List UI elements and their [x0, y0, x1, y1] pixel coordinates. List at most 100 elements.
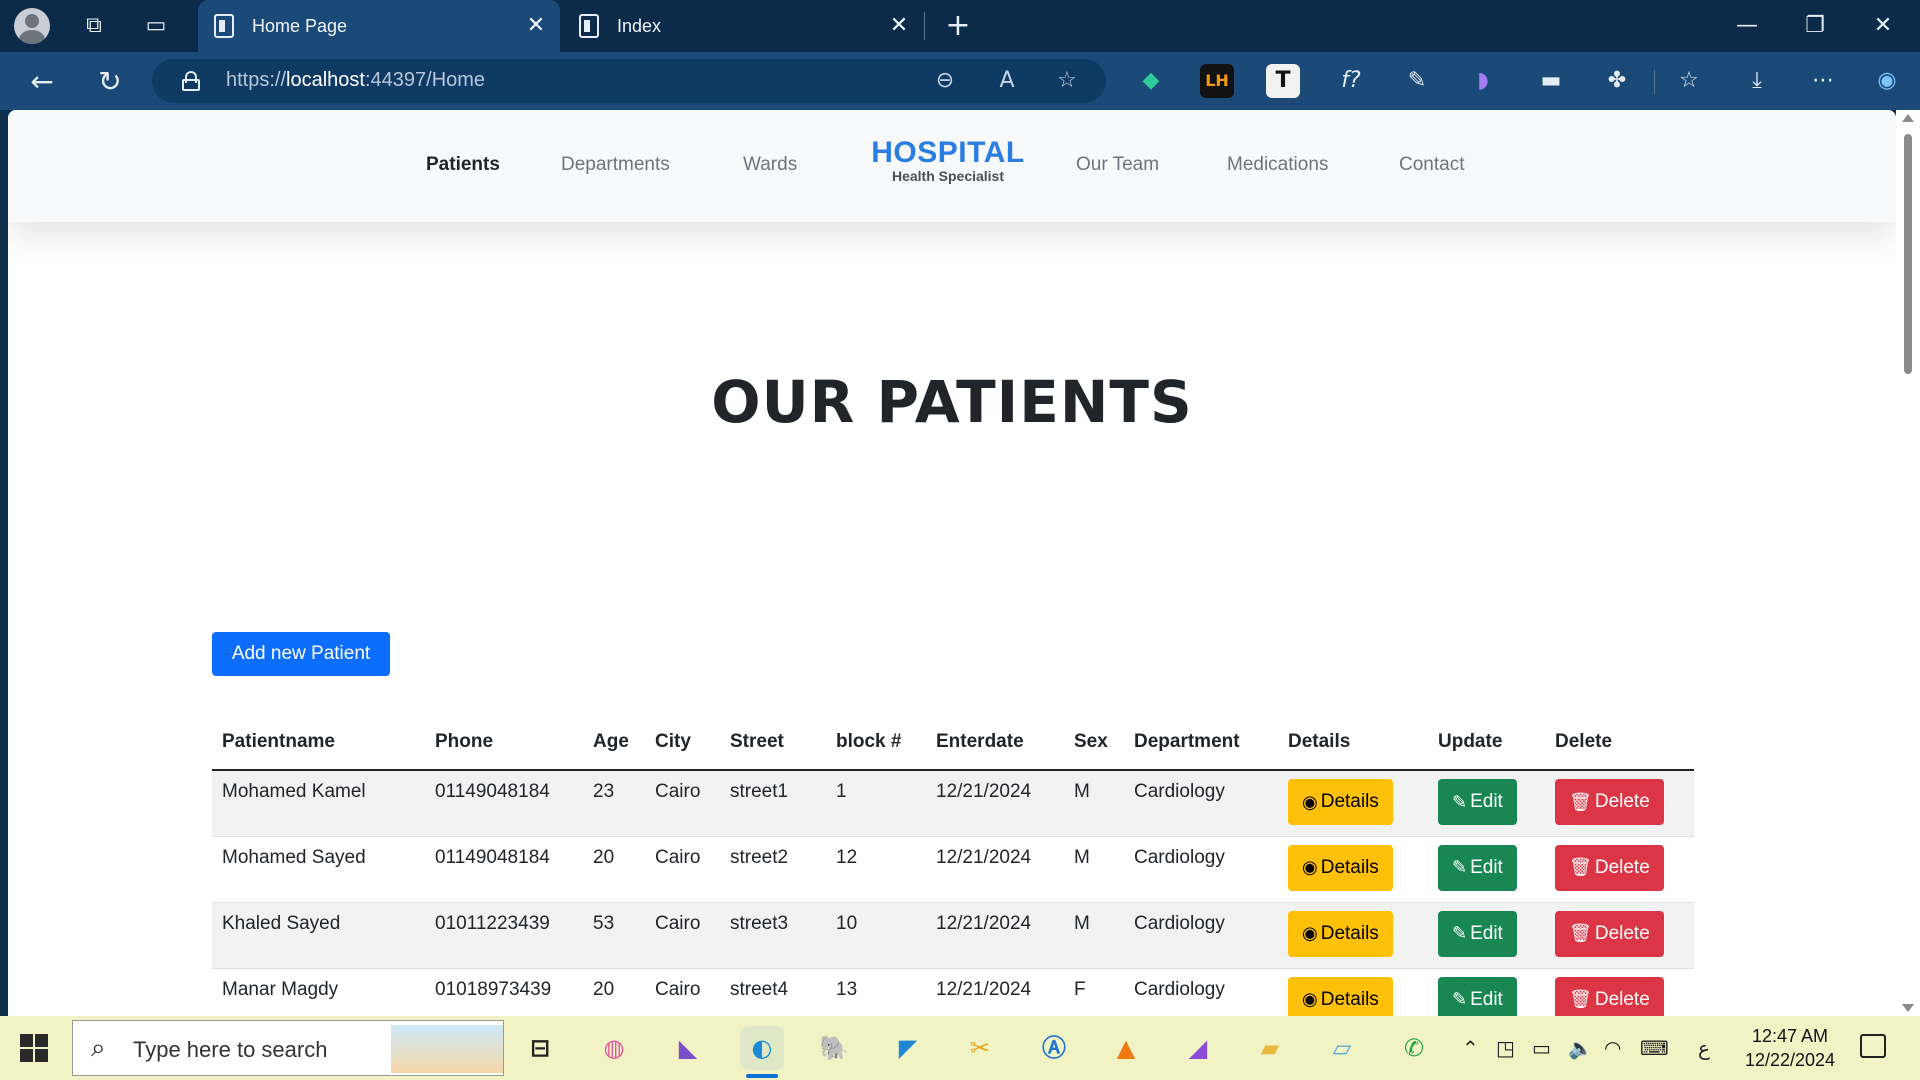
task-view-icon[interactable]: ⊟ — [518, 1026, 562, 1070]
scroll-up-arrow-icon[interactable] — [1902, 114, 1914, 122]
snipping-tool-icon[interactable]: ✂ — [958, 1026, 1002, 1070]
windows-start-icon[interactable] — [20, 1034, 48, 1062]
lock-icon[interactable] — [182, 71, 200, 91]
details-button[interactable]: ◉ Details — [1288, 844, 1393, 891]
copilot-taskbar-icon[interactable]: ◍ — [592, 1026, 636, 1070]
vertical-scrollbar[interactable] — [1896, 110, 1920, 1016]
nav-departments[interactable]: Departments — [561, 154, 670, 176]
extension-green-icon[interactable]: ◆ — [1134, 64, 1168, 98]
input-language[interactable]: ع — [1698, 1036, 1710, 1060]
details-button[interactable]: ◉ Details — [1288, 779, 1393, 825]
nav-our-team[interactable]: Our Team — [1076, 154, 1159, 176]
close-icon[interactable]: ✕ — [522, 12, 550, 40]
scroll-thumb[interactable] — [1904, 134, 1912, 374]
cell-date: 12/21/2024 — [926, 902, 1064, 969]
edit-cell: ✎ Edit — [1428, 836, 1545, 903]
zoom-out-icon[interactable]: ⊖ — [928, 65, 962, 97]
minimize-icon[interactable]: — — [1724, 8, 1770, 44]
favorite-star-icon[interactable]: ☆ — [1050, 65, 1084, 97]
taskbar-search[interactable]: ⌕ Type here to search — [72, 1020, 504, 1076]
nav-contact[interactable]: Contact — [1399, 154, 1464, 176]
nav-wards[interactable]: Wards — [743, 154, 797, 176]
whatsapp-icon[interactable]: ✆ — [1392, 1026, 1436, 1070]
extension-purple-icon[interactable]: ◗ — [1466, 64, 1500, 98]
text-extension-icon[interactable]: T — [1266, 64, 1300, 98]
table-row: Manar Magdy 01018973439 20 Cairo street4… — [212, 968, 1694, 1016]
edit-button[interactable]: ✎ Edit — [1438, 910, 1517, 957]
url-text[interactable]: https://localhost:44397/Home — [226, 69, 485, 92]
show-hidden-icons-chevron-icon[interactable]: ⌃ — [1462, 1036, 1479, 1060]
postgresql-icon[interactable]: 🐘 — [812, 1026, 856, 1070]
visual-studio-icon[interactable]: ◣ — [666, 1026, 710, 1070]
extensions-puzzle-icon[interactable]: ✤ — [1600, 64, 1634, 98]
system-clock[interactable]: 12:47 AM 12/22/2024 — [1740, 1024, 1840, 1072]
workspaces-icon[interactable]: ⧉ — [74, 8, 114, 44]
vlc-icon[interactable]: ▲ — [1104, 1026, 1148, 1070]
details-button[interactable]: ◉ Details — [1288, 976, 1393, 1016]
screen-extension-icon[interactable]: ▬ — [1534, 64, 1568, 98]
tray-app-icon[interactable]: ◳ — [1496, 1036, 1515, 1060]
details-button[interactable]: ◉ Details — [1288, 910, 1393, 957]
delete-button[interactable]: 🗑 Delete — [1555, 910, 1664, 957]
color-picker-icon[interactable]: ✎ — [1400, 64, 1434, 98]
restore-icon[interactable]: ❐ — [1792, 8, 1838, 44]
brand-logo[interactable]: HOSPITAL Health Specialist — [868, 136, 1028, 184]
cell-phone: 01018973439 — [425, 968, 583, 1016]
file-explorer-icon[interactable]: ▰ — [1248, 1026, 1292, 1070]
delete-cell: 🗑 Delete — [1545, 902, 1694, 969]
read-aloud-icon[interactable]: A — [990, 65, 1024, 97]
tab-index[interactable]: Index ✕ — [563, 0, 923, 52]
back-arrow-icon[interactable]: ← — [22, 62, 62, 102]
cell-street: street3 — [720, 902, 826, 969]
toolbar-divider — [1654, 70, 1655, 94]
close-icon[interactable]: ✕ — [885, 12, 913, 40]
more-menu-icon[interactable]: ⋯ — [1806, 64, 1840, 98]
tab-home-page[interactable]: Home Page ✕ — [198, 0, 560, 52]
downloads-icon[interactable]: ⤓ — [1740, 64, 1774, 98]
visual-studio-preview-icon[interactable]: ◢ — [1176, 1026, 1220, 1070]
edit-button[interactable]: ✎ Edit — [1438, 976, 1517, 1016]
cell-city: Cairo — [645, 770, 720, 837]
delete-button[interactable]: 🗑 Delete — [1555, 779, 1664, 825]
edit-button[interactable]: ✎ Edit — [1438, 779, 1517, 825]
window-close-icon[interactable]: ✕ — [1860, 8, 1906, 44]
new-tab-plus-icon[interactable]: + — [938, 8, 978, 44]
nav-patients[interactable]: Patients — [426, 154, 500, 176]
cell-street: street2 — [720, 836, 826, 903]
brand-name: HOSPITAL — [871, 136, 1025, 169]
scroll-down-arrow-icon[interactable] — [1902, 1004, 1914, 1012]
notepad-icon[interactable]: ▱ — [1320, 1026, 1364, 1070]
keyboard-icon[interactable]: ⌨ — [1640, 1036, 1669, 1060]
page-favicon-icon — [214, 14, 234, 38]
font-extension-icon[interactable]: f? — [1334, 64, 1368, 98]
address-bar[interactable]: https://localhost:44397/Home ⊖ A ☆ — [152, 59, 1106, 103]
app-store-icon[interactable]: Ⓐ — [1032, 1026, 1076, 1070]
profile-avatar[interactable] — [14, 8, 50, 44]
search-placeholder: Type here to search — [133, 1037, 328, 1062]
edit-button[interactable]: ✎ Edit — [1438, 844, 1517, 891]
cell-date: 12/21/2024 — [926, 836, 1064, 903]
refresh-icon[interactable]: ↻ — [90, 62, 130, 102]
notification-center-icon[interactable] — [1860, 1034, 1886, 1058]
lighthouse-extension-icon[interactable]: LH — [1200, 64, 1234, 98]
edit-icon: ✎ — [1452, 791, 1468, 812]
header-enterdate: Enterdate — [926, 714, 1064, 771]
wifi-icon[interactable]: ◠ — [1604, 1036, 1621, 1060]
browser-toolbar: ← ↻ https://localhost:44397/Home ⊖ A ☆ ◆… — [0, 52, 1920, 110]
tab-actions-icon[interactable]: ▭ — [136, 8, 176, 44]
delete-button[interactable]: 🗑 Delete — [1555, 844, 1664, 891]
add-patient-button[interactable]: Add new Patient — [212, 632, 390, 676]
volume-icon[interactable]: 🔈 — [1568, 1036, 1593, 1060]
delete-button[interactable]: 🗑 Delete — [1555, 976, 1664, 1016]
battery-icon[interactable]: ▭ — [1532, 1036, 1551, 1060]
nav-medications[interactable]: Medications — [1227, 154, 1328, 176]
delete-cell: 🗑 Delete — [1545, 968, 1694, 1016]
vscode-icon[interactable]: ◤ — [886, 1026, 930, 1070]
header-phone: Phone — [425, 714, 583, 771]
cell-block: 1 — [826, 770, 926, 837]
cell-department: Cardiology — [1124, 836, 1278, 903]
favorites-icon[interactable]: ☆ — [1672, 64, 1706, 98]
copilot-icon[interactable]: ◉ — [1870, 64, 1904, 98]
header-delete: Delete — [1545, 714, 1694, 771]
edge-browser-icon[interactable]: ◐ — [740, 1026, 784, 1070]
